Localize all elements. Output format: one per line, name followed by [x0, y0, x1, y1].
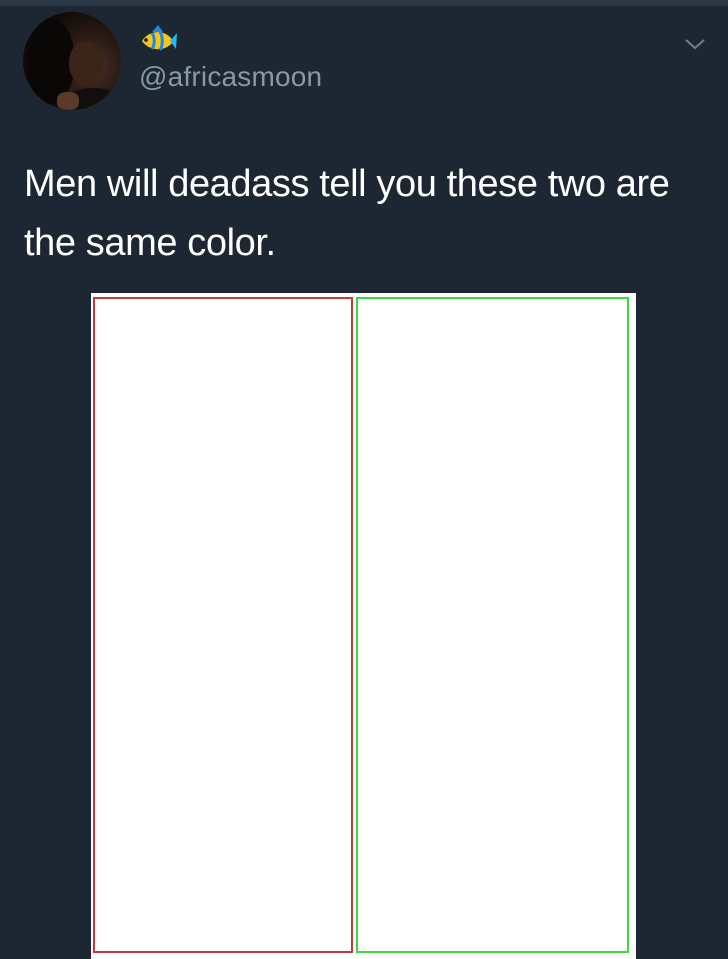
- tweet-text: Men will deadass tell you these two are …: [24, 163, 670, 264]
- chevron-down-icon[interactable]: [683, 36, 707, 52]
- tweet-image[interactable]: [91, 293, 636, 959]
- author-handle[interactable]: @africasmoon: [139, 61, 322, 93]
- left-panel: [93, 297, 353, 953]
- right-panel: [356, 297, 629, 953]
- tropical-fish-emoji: [142, 25, 177, 51]
- top-divider: [0, 0, 728, 6]
- avatar[interactable]: [23, 12, 121, 110]
